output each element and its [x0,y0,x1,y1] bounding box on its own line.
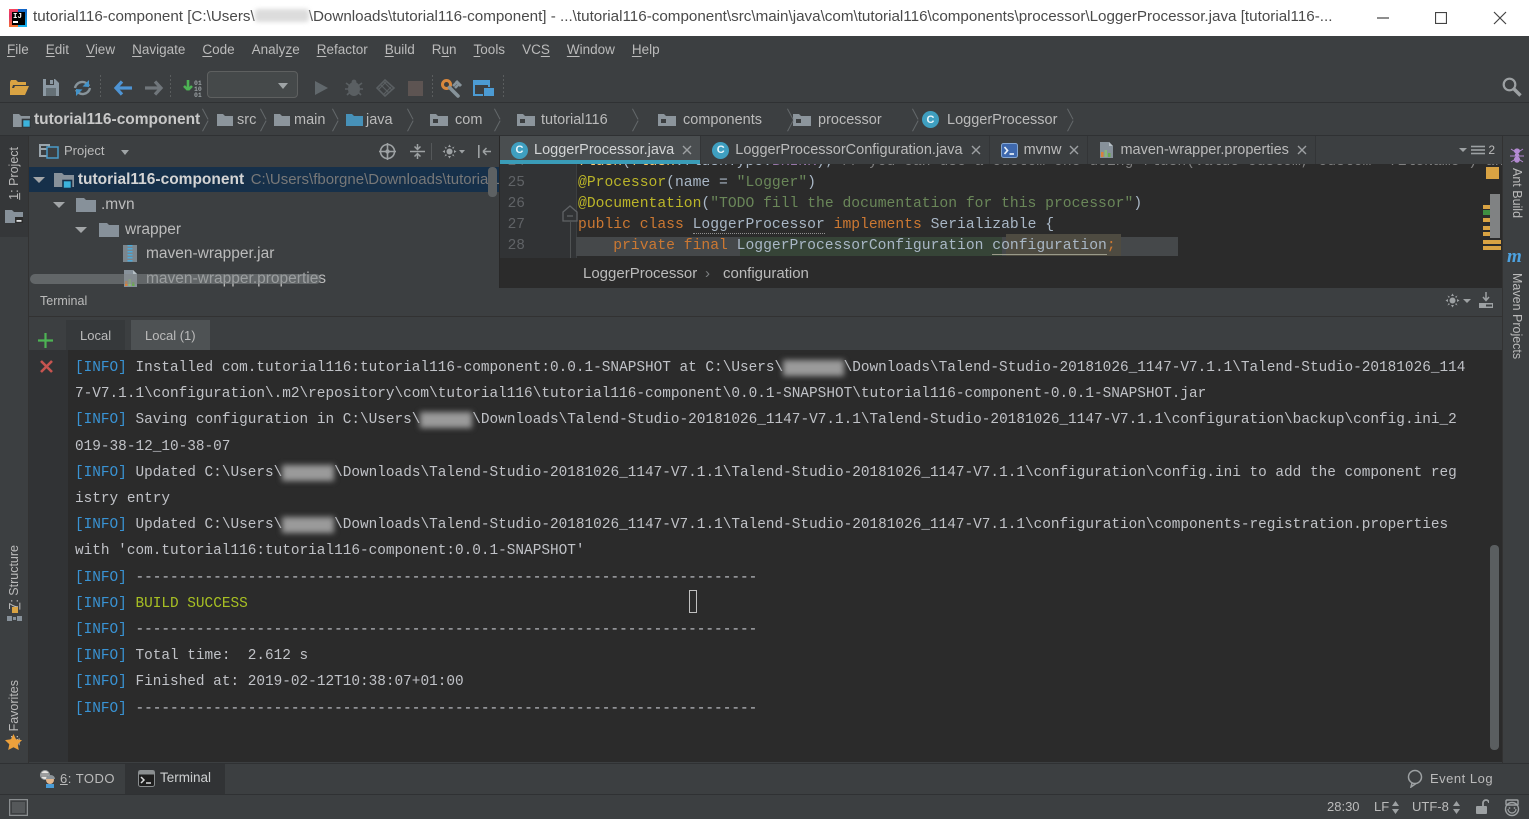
svg-text:01: 01 [194,92,202,99]
